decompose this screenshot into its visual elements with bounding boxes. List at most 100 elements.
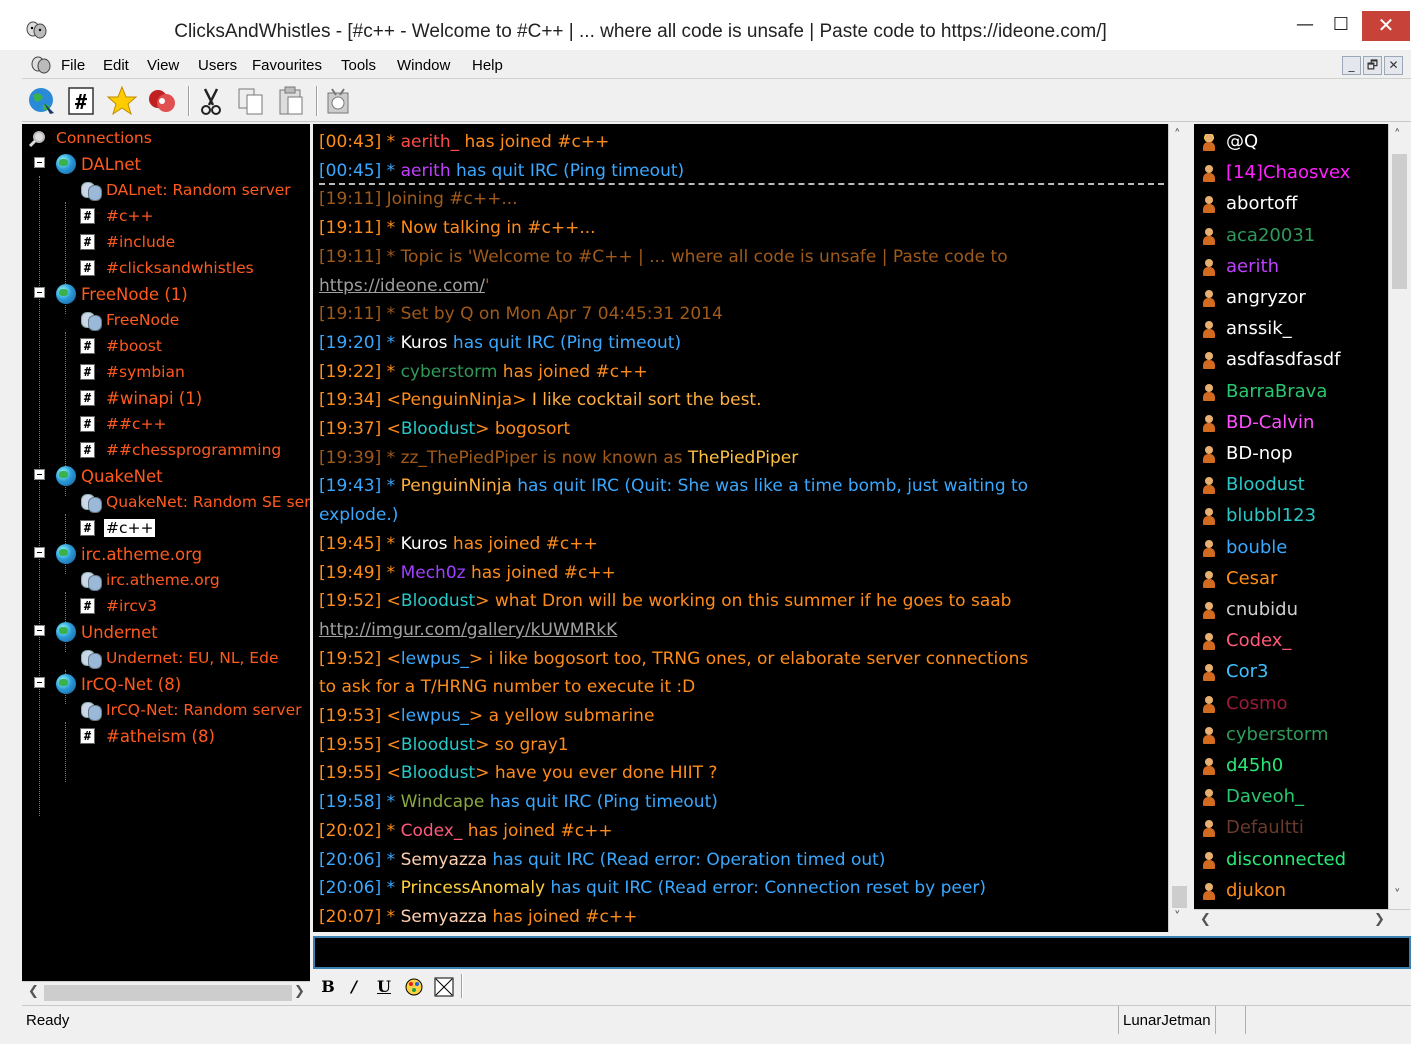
tree-channel[interactable]: # #include	[22, 230, 310, 254]
tree-network-dalnet[interactable]: DALnet	[22, 152, 310, 176]
scrollbar-thumb[interactable]	[1392, 154, 1407, 289]
nicklist-vertical-scrollbar[interactable]: ˄ ˅	[1388, 124, 1410, 909]
server-icon	[80, 701, 102, 721]
nick-name: Cor3	[1226, 661, 1269, 683]
tree-channel[interactable]: # #atheism (8)	[22, 724, 310, 748]
menu-users[interactable]: Users	[198, 57, 237, 74]
close-button[interactable]: ✕	[1362, 11, 1410, 41]
tree-channel-selected[interactable]: # #c++	[22, 516, 310, 540]
chat-link[interactable]: http://imgur.com/gallery/kUWMRkK	[319, 620, 617, 640]
mdi-close-button[interactable]: ✕	[1384, 56, 1403, 75]
underline-button[interactable]: U	[373, 976, 395, 998]
tree-network-freenode[interactable]: FreeNode (1)	[22, 282, 310, 306]
menu-tools[interactable]: Tools	[341, 57, 376, 74]
user-icon	[1202, 196, 1216, 214]
cut-icon[interactable]	[195, 85, 227, 117]
copy-icon[interactable]	[235, 85, 267, 117]
tree-channel[interactable]: # #boost	[22, 334, 310, 358]
nick-name: Cosmo	[1226, 692, 1288, 714]
scroll-left-icon[interactable]: ❮	[1200, 912, 1211, 927]
chat-text: [19:11] * Set by Q on Mon Apr 7 04:45:31…	[319, 304, 723, 325]
chat-text: [00:45] *	[319, 160, 401, 181]
scroll-down-icon[interactable]: ˅	[1174, 910, 1181, 925]
chat-log[interactable]: [00:43] * aerith_ has joined #c++ [00:45]…	[313, 124, 1168, 932]
chat-text: has joined #c++	[462, 820, 613, 841]
clear-format-icon[interactable]	[433, 976, 455, 998]
tree-network-quakenet[interactable]: QuakeNet	[22, 464, 310, 488]
chat-text: > have you ever done HIIT ?	[475, 763, 718, 784]
mdi-restore-button[interactable]: 🗗	[1363, 56, 1382, 75]
format-toolbar: B / U	[313, 972, 1411, 1002]
tree-server[interactable]: QuakeNet: Random SE server	[22, 490, 310, 514]
channel-icon[interactable]: #	[65, 85, 97, 117]
tree-network-ircq[interactable]: IrCQ-Net (8)	[22, 672, 310, 696]
tree-channel[interactable]: # ##chessprogramming	[22, 438, 310, 462]
tree-channel[interactable]: # ##c++	[22, 412, 310, 436]
nick-name: angryzor	[1226, 287, 1306, 308]
collapse-icon[interactable]	[34, 625, 45, 636]
connections-tree[interactable]: Connections DALnet DALnet: Random server…	[22, 124, 310, 981]
scroll-up-icon[interactable]: ˄	[1394, 128, 1401, 143]
chat-link[interactable]: https://ideone.com/	[319, 276, 485, 296]
collapse-icon[interactable]	[34, 157, 45, 168]
title-bar[interactable]: ClicksAndWhistles - [#c++ - Welcome to #…	[0, 0, 1411, 50]
minimize-button[interactable]: —	[1290, 11, 1320, 41]
color-palette-icon[interactable]	[403, 976, 425, 998]
chat-line: [20:02] * Codex_ has joined #c++	[319, 817, 1167, 845]
tree-root-connections[interactable]: Connections	[22, 126, 310, 150]
message-input[interactable]	[313, 936, 1411, 969]
scrollbar-thumb[interactable]	[1172, 886, 1187, 908]
tree-server[interactable]: DALnet: Random server	[22, 178, 310, 202]
scroll-right-icon[interactable]: ❯	[294, 984, 305, 999]
chat-text: [19:55] <	[319, 734, 401, 755]
tree-network-undernet[interactable]: Undernet	[22, 620, 310, 644]
menu-edit[interactable]: Edit	[103, 57, 129, 74]
chat-text: Bloodust	[400, 763, 476, 784]
nick-list[interactable]: @Q [14]Chaosvex abortoff aca20031 aerith angr…	[1194, 124, 1388, 909]
tree-server[interactable]: IrCQ-Net: Random server	[22, 698, 310, 722]
chat-text: [19:11] * Now talking in #c++...	[319, 218, 596, 239]
bold-button[interactable]: B	[317, 976, 339, 998]
tree-server[interactable]: FreeNode	[22, 308, 310, 332]
scroll-right-icon[interactable]: ❯	[1374, 912, 1385, 927]
nicklist-horizontal-scrollbar[interactable]: ❮ ❯	[1194, 909, 1410, 932]
mdi-minimize-button[interactable]: _	[1342, 56, 1361, 75]
collapse-icon[interactable]	[34, 677, 45, 688]
paste-icon[interactable]	[275, 85, 307, 117]
menu-view[interactable]: View	[147, 57, 179, 74]
italic-button[interactable]: /	[343, 976, 365, 998]
menu-help[interactable]: Help	[472, 57, 503, 74]
mdi-child-icon[interactable]	[30, 55, 52, 75]
chat-text: has quit IRC (Read error: Operation time…	[487, 849, 886, 870]
tree-channel[interactable]: # #winapi (1)	[22, 386, 310, 410]
tree-channel[interactable]: # #c++	[22, 204, 310, 228]
collapse-icon[interactable]	[34, 469, 45, 480]
scroll-down-icon[interactable]: ˅	[1394, 888, 1401, 903]
menu-favourites[interactable]: Favourites	[252, 57, 322, 74]
tree-channel[interactable]: # #clicksandwhistles	[22, 256, 310, 280]
chat-text: [20:07] *	[319, 906, 401, 927]
maximize-button[interactable]: ☐	[1322, 11, 1360, 41]
tree-label: #symbian	[106, 363, 185, 381]
tree-channel[interactable]: # #symbian	[22, 360, 310, 384]
tree-label: FreeNode (1)	[81, 285, 188, 304]
tree-network-atheme[interactable]: irc.atheme.org	[22, 542, 310, 566]
menu-file[interactable]: File	[61, 57, 85, 74]
globe-icon[interactable]	[26, 85, 58, 117]
scroll-left-icon[interactable]: ❮	[28, 984, 39, 999]
options-icon[interactable]	[322, 85, 354, 117]
chat-text: has joined #c++	[465, 562, 616, 583]
collapse-icon[interactable]	[34, 287, 45, 298]
menu-window[interactable]: Window	[397, 57, 450, 74]
tree-channel[interactable]: # #ircv3	[22, 594, 310, 618]
tree-server[interactable]: Undernet: EU, NL, Ede	[22, 646, 310, 670]
collapse-icon[interactable]	[34, 547, 45, 558]
user-icon	[1202, 851, 1216, 870]
favourites-star-icon[interactable]	[106, 85, 138, 117]
tree-horizontal-scrollbar[interactable]: ❮ ❯	[22, 981, 310, 1003]
scrollbar-thumb[interactable]	[44, 985, 292, 1001]
chat-vertical-scrollbar[interactable]: ˄ ˅	[1168, 124, 1190, 932]
disconnect-icon[interactable]	[146, 85, 178, 117]
tree-server[interactable]: irc.atheme.org	[22, 568, 310, 592]
scroll-up-icon[interactable]: ˄	[1174, 128, 1181, 143]
